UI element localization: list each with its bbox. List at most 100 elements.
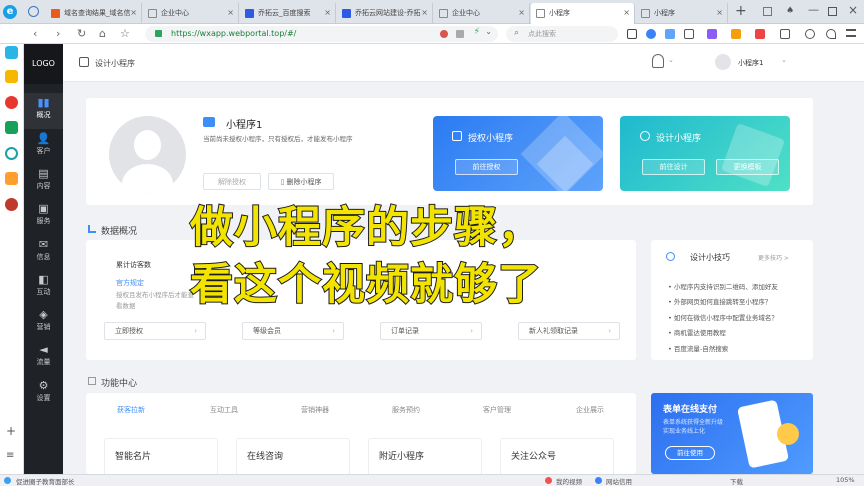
func-tab[interactable]: 营销神器	[301, 405, 329, 415]
sidebar-item-service[interactable]: ▣ 服务	[24, 199, 63, 235]
func-tab[interactable]: 服务预约	[392, 405, 420, 415]
toolbar-menu-icon[interactable]	[846, 29, 856, 37]
close-icon[interactable]: ×	[324, 8, 331, 17]
feature-card[interactable]: 智能名片	[104, 438, 218, 478]
tab-domain[interactable]: 域名查询结果_域名信 ×	[46, 3, 142, 24]
order-record-button[interactable]: 订单记录 ›	[380, 322, 482, 340]
tab-enterprise[interactable]: 企业中心 ×	[143, 3, 239, 24]
sidebar-cloud-icon[interactable]	[5, 147, 18, 160]
toolbar-settings-icon[interactable]	[805, 29, 815, 39]
sidebar-item-message[interactable]: ✉ 信息	[24, 235, 63, 271]
sidebar-game-icon[interactable]	[5, 172, 18, 185]
header-username[interactable]: 小程序1	[738, 58, 763, 68]
back-icon[interactable]: ‹	[33, 28, 37, 40]
sidebar-add-icon[interactable]: +	[6, 424, 16, 438]
close-icon[interactable]: ×	[227, 8, 234, 17]
sidebar-favorite-icon[interactable]	[5, 70, 18, 83]
func-tab[interactable]: 互动工具	[210, 405, 238, 415]
official-link[interactable]: 官方规定	[116, 278, 144, 288]
member-level-button[interactable]: 等级会员 ›	[242, 322, 344, 340]
feature-card[interactable]: 附近小程序	[368, 438, 482, 478]
close-icon[interactable]: ×	[421, 8, 428, 17]
tab-baidu[interactable]: 乔拓云_百度搜索 ×	[240, 3, 336, 24]
forward-icon[interactable]: ›	[56, 28, 60, 40]
toolbar-download-icon[interactable]	[684, 29, 694, 39]
browser-logo-icon[interactable]: e	[3, 5, 17, 19]
tip-item[interactable]: • 如何在微信小程序中配置业务域名？	[668, 312, 778, 322]
sidebar-item-marketing[interactable]: ◈ 营销	[24, 305, 63, 341]
window-pin-icon[interactable]: ♠	[786, 6, 794, 16]
go-auth-button[interactable]: 前往授权	[455, 159, 518, 175]
close-icon[interactable]: ×	[130, 8, 137, 17]
feature-card[interactable]: 关注公众号	[500, 438, 614, 478]
chevron-down-icon[interactable]: ⌄	[668, 56, 674, 64]
toolbar-undo-icon[interactable]	[826, 29, 836, 39]
change-template-button[interactable]: 更换模板	[716, 159, 779, 175]
status-item[interactable]: 105%	[836, 476, 855, 484]
sidebar-item-traffic[interactable]: ◄ 流量	[24, 340, 63, 376]
form-payment-banner[interactable]: 表单在线支付 表单系统获得全新升级 实现业务线上化 前往使用	[651, 393, 813, 474]
tip-item[interactable]: • 外部网页如何直接跳转至小程序？	[668, 296, 771, 306]
close-icon[interactable]: ×	[716, 8, 723, 17]
toolbar-apps-icon[interactable]	[627, 29, 637, 39]
sidebar-green-icon[interactable]	[5, 121, 18, 134]
new-tab-icon[interactable]: +	[735, 3, 747, 19]
delete-miniprogram-button[interactable]: ▯ 删除小程序	[268, 173, 334, 190]
toolbar-cloud-icon[interactable]	[665, 29, 675, 39]
avatar[interactable]	[715, 54, 731, 70]
reader-icon[interactable]	[456, 30, 464, 38]
sidebar-item-settings[interactable]: ⚙ 设置	[24, 376, 63, 412]
tab-miniprogram-active[interactable]: 小程序 ×	[531, 3, 635, 24]
reload-icon[interactable]: ↻	[77, 28, 86, 40]
status-item[interactable]: 我的视频	[556, 476, 582, 486]
authorize-now-button[interactable]: 立即授权 ›	[104, 322, 206, 340]
toolbar-purple-icon[interactable]	[707, 29, 717, 39]
toolbar-grid-icon[interactable]	[780, 29, 790, 39]
sidebar-item-overview[interactable]: ▮▮ 概况	[24, 93, 63, 129]
tip-item[interactable]: • 百度流量-自然搜索	[668, 343, 728, 353]
window-close-icon[interactable]: ×	[848, 3, 858, 17]
sidebar-game2-icon[interactable]	[5, 198, 18, 211]
close-icon[interactable]: ×	[623, 8, 630, 17]
sidebar-weibo-icon[interactable]	[5, 96, 18, 109]
toolbar-ie-icon[interactable]	[646, 29, 656, 39]
sidebar-toggle-icon[interactable]	[28, 6, 39, 17]
tab-miniprogram[interactable]: 小程序 ×	[636, 3, 728, 24]
url-dropdown-icon[interactable]: ⌄	[485, 27, 492, 36]
toolbar-shield-icon[interactable]	[731, 29, 741, 39]
feature-card[interactable]: 在线咨询	[236, 438, 350, 478]
close-icon[interactable]: ×	[518, 8, 525, 17]
sidebar-item-content[interactable]: ▤ 内容	[24, 164, 63, 200]
url-field[interactable]: https://wxapp.webportal.top/#/ ⚡ ⌄	[145, 26, 498, 42]
go-design-button[interactable]: 前往设计	[642, 159, 705, 175]
lightning-icon[interactable]: ⚡	[474, 27, 480, 37]
toolbar-game-icon[interactable]	[755, 29, 765, 39]
sidebar-item-customer[interactable]: 👤 客户	[24, 129, 63, 165]
home-icon[interactable]: ⌂	[99, 28, 106, 40]
tip-item[interactable]: • 小程序内支持识别二维码、添加好友	[668, 281, 778, 291]
account-icon[interactable]	[652, 54, 664, 68]
extension-icon[interactable]	[440, 30, 448, 38]
banner-button[interactable]: 前往使用	[665, 446, 715, 460]
status-item[interactable]: 下载	[730, 476, 743, 486]
func-tab-active[interactable]: 获客拉新	[117, 405, 145, 415]
unbind-button[interactable]: 解除授权	[203, 173, 261, 190]
sidebar-menu-icon[interactable]: ≡	[6, 450, 14, 461]
func-tab[interactable]: 客户管理	[483, 405, 511, 415]
window-menu-icon[interactable]	[763, 7, 772, 16]
tab-enterprise-2[interactable]: 企业中心 ×	[434, 3, 530, 24]
sidebar-item-interact[interactable]: ◧ 互动	[24, 270, 63, 306]
status-item[interactable]: 网站信用	[606, 476, 632, 486]
browser-search-input[interactable]: ⌕ 点此搜索	[506, 26, 618, 42]
func-tab[interactable]: 企业展示	[576, 405, 604, 415]
gift-record-button[interactable]: 新人礼领取记录 ›	[518, 322, 620, 340]
status-left-text[interactable]: 促进圈子教育面部长	[16, 476, 75, 486]
maximize-icon[interactable]	[828, 7, 837, 16]
tip-item[interactable]: • 商机雷达使用教程	[668, 327, 726, 337]
bookmark-star-icon[interactable]: ☆	[120, 28, 130, 40]
chevron-down-icon[interactable]: ⌄	[781, 56, 787, 64]
tab-qiaotuo[interactable]: 乔拓云网站建设-乔拓 ×	[337, 3, 433, 24]
sidebar-plus-icon[interactable]	[5, 46, 18, 59]
minimize-icon[interactable]: —	[808, 3, 819, 16]
tips-more-link[interactable]: 更多技巧 >	[758, 253, 789, 262]
